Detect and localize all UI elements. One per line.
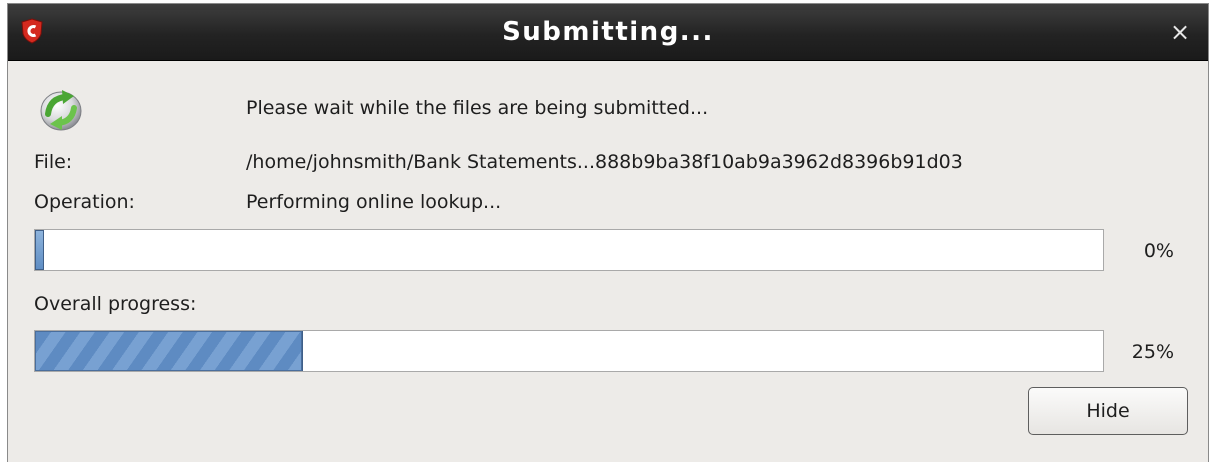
operation-value: Performing online lookup... <box>246 191 502 213</box>
operation-label: Operation: <box>34 191 135 213</box>
overall-progress-fill <box>35 331 303 371</box>
close-icon[interactable]: × <box>1166 18 1194 46</box>
file-progress-fill <box>35 230 44 270</box>
status-message: Please wait while the files are being su… <box>246 97 709 119</box>
file-label: File: <box>34 151 73 173</box>
file-path: /home/johnsmith/Bank Statements...888b9b… <box>246 151 963 173</box>
overall-progress-bar <box>34 330 1104 372</box>
overall-progress-percent: 25% <box>1131 341 1174 363</box>
submitting-dialog: Submitting... × Please wait while the fi… <box>8 4 1208 462</box>
overall-progress-label: Overall progress: <box>34 293 197 315</box>
file-progress-percent: 0% <box>1143 240 1174 262</box>
refresh-sync-icon <box>40 90 82 131</box>
file-progress-bar <box>34 229 1104 271</box>
window-title: Submitting... <box>502 17 714 47</box>
hide-button[interactable]: Hide <box>1028 387 1188 435</box>
title-bar[interactable]: Submitting... × <box>8 4 1208 61</box>
